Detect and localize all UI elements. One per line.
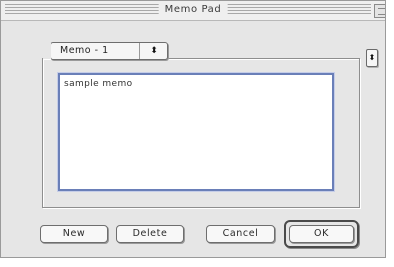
memo-text-area[interactable]: sample memo [58, 73, 334, 191]
collapse-box-icon[interactable] [374, 4, 385, 18]
title-bar[interactable]: Memo Pad [1, 1, 385, 21]
up-down-arrows-icon: ⬍ [150, 46, 158, 56]
cancel-button[interactable]: Cancel [206, 225, 275, 243]
memo-stepper[interactable]: ⬍ [366, 49, 378, 67]
memo-select-popup[interactable]: Memo - 1 ⬍ [43, 42, 168, 60]
popup-divider [139, 43, 140, 59]
new-button[interactable]: New [40, 225, 108, 243]
memo-select-value: Memo - 1 [60, 45, 109, 56]
delete-button[interactable]: Delete [116, 225, 184, 243]
ok-button[interactable]: OK [289, 225, 354, 243]
window-title: Memo Pad [158, 3, 228, 17]
